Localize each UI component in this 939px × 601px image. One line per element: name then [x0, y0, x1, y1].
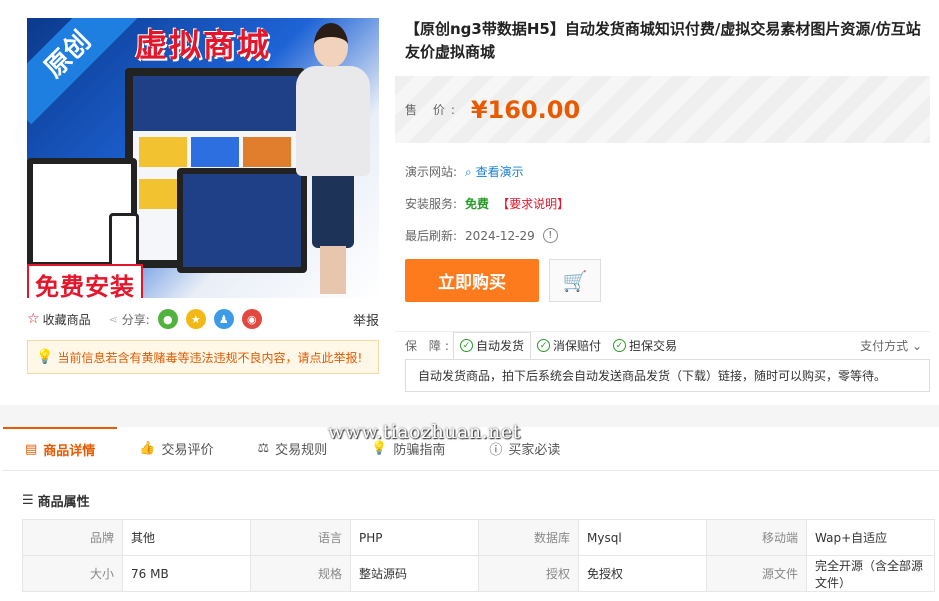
watermark: www.tiaozhuan.net	[328, 421, 521, 443]
wechat-icon[interactable]: ●	[157, 309, 178, 329]
phone-mockup	[109, 213, 139, 268]
presenter-figure	[292, 18, 379, 298]
price-box: 售 价: ¥160.00	[395, 76, 930, 143]
table-row: 品牌 其他 语言 PHP 数据库 Mysql 移动端 Wap+自适应	[22, 519, 935, 556]
laptop-mockup-2	[177, 168, 307, 273]
install-free: 免费	[465, 197, 490, 211]
price-label: 售 价:	[405, 103, 461, 117]
guarantee-consumer-protection[interactable]: ✓ 消保赔付	[531, 332, 607, 360]
favorite-button[interactable]: ☆ 收藏商品	[27, 311, 91, 328]
bulb-icon: 💡	[371, 441, 388, 456]
banner-title: 虚拟商城	[135, 26, 272, 64]
demo-row: 演示网站: ⌕ 查看演示	[405, 163, 524, 180]
detail-icon: ▤	[25, 442, 38, 457]
original-ribbon: 原创	[27, 18, 138, 125]
product-image[interactable]: 原创 虚拟商城 免费安装	[27, 18, 379, 298]
table-row: 大小 76 MB 规格 整站源码 授权 免授权 源文件 完全开源（含全部源文件）	[22, 555, 935, 592]
tab-details[interactable]: ▤ 商品详情	[3, 426, 118, 471]
star-icon: ☆	[27, 311, 40, 327]
check-icon: ✓	[460, 339, 473, 352]
list-search-icon: ☰	[22, 493, 34, 508]
refresh-row: 最后刷新: 2024-12-29 !	[405, 227, 558, 244]
share-bar: ☆ 收藏商品 ⋖ 分享: ● ★ ♟ ◉ 举报	[27, 306, 379, 332]
buy-now-button[interactable]: 立即购买	[405, 259, 539, 302]
report-warning[interactable]: 💡 当前信息若含有黄赌毒等违法违规不良内容，请点此举报!	[27, 340, 379, 374]
chevron-down-icon: ⌄	[911, 339, 922, 353]
guarantee-escrow[interactable]: ✓ 担保交易	[607, 332, 683, 360]
install-row: 安装服务: 免费 【要求说明】	[405, 195, 570, 212]
check-icon: ✓	[537, 339, 551, 352]
check-icon: ✓	[613, 339, 627, 352]
free-install-badge: 免费安装	[27, 264, 143, 298]
refresh-date: 2024-12-29	[465, 228, 535, 243]
guarantee-description: 自动发货商品，拍下后系统会自动发送商品发货（下载）链接，随时可以购买，零等待。	[405, 359, 930, 392]
scale-icon: ⚖	[257, 441, 270, 456]
weibo-icon[interactable]: ◉	[241, 309, 262, 329]
guarantee-bar: 保 障: ✓ 自动发货 ✓ 消保赔付 ✓ 担保交易 支付方式 ⌄	[395, 331, 930, 360]
cart-button[interactable]: 🛒	[549, 259, 601, 302]
product-title: 【原创ng3带数据H5】自动发货商城知识付费/虚拟交易素材图片资源/仿互站友价虚…	[405, 20, 921, 61]
share-group: ⋖ 分享: ● ★ ♟ ◉	[109, 309, 262, 329]
attributes-heading: ☰ 商品属性	[22, 493, 90, 510]
demo-link[interactable]: ⌕ 查看演示	[465, 163, 524, 180]
thumb-icon: 👍	[139, 441, 156, 456]
info-icon[interactable]: !	[542, 228, 558, 243]
payment-methods-dropdown[interactable]: 支付方式 ⌄	[860, 337, 922, 354]
share-icon: ⋖	[108, 312, 118, 326]
tab-reviews[interactable]: 👍 交易评价	[117, 427, 235, 471]
attributes-table: 品牌 其他 语言 PHP 数据库 Mysql 移动端 Wap+自适应 大小 76…	[22, 519, 935, 592]
qq-icon[interactable]: ♟	[213, 309, 234, 329]
install-requirements-link[interactable]: 【要求说明】	[497, 195, 569, 212]
guarantee-auto-delivery[interactable]: ✓ 自动发货	[453, 331, 532, 360]
report-link[interactable]: 举报	[353, 310, 379, 329]
price-value: ¥160.00	[470, 95, 581, 124]
qzone-icon[interactable]: ★	[185, 309, 206, 329]
cart-icon: 🛒	[562, 268, 588, 293]
bulb-icon: 💡	[36, 349, 54, 365]
